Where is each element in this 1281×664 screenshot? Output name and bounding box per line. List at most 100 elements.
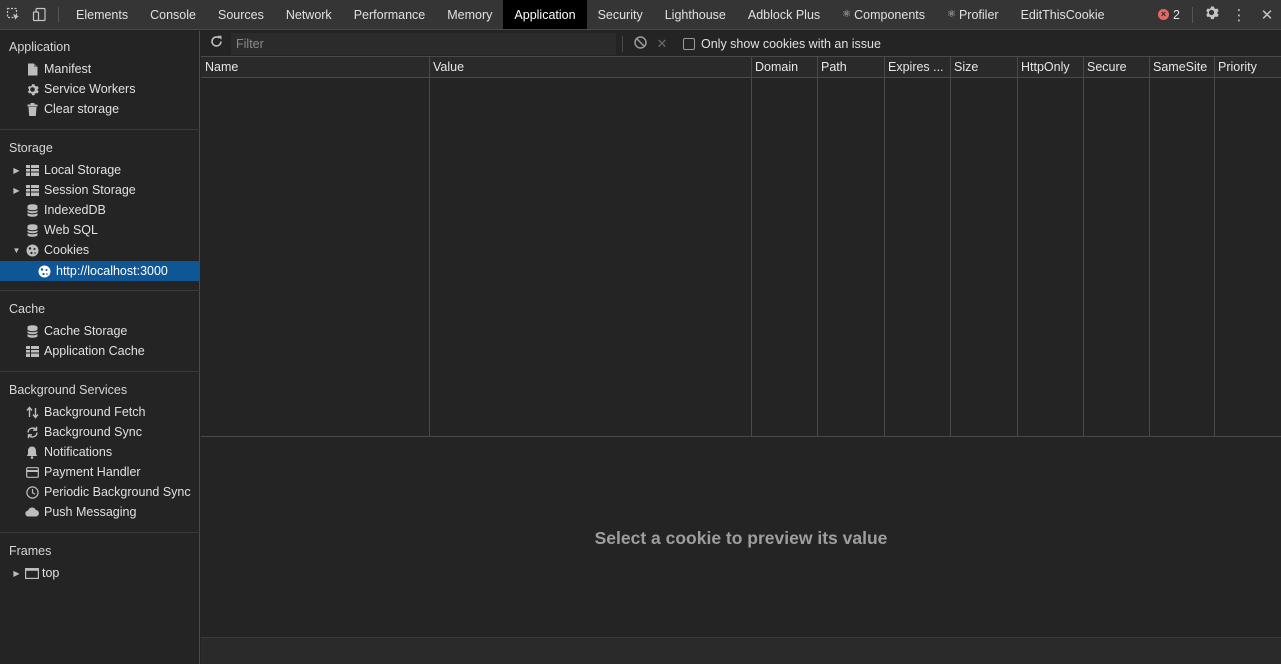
tab-editthiscookie[interactable]: EditThisCookie [1010, 0, 1116, 29]
column-divider[interactable] [1149, 57, 1150, 437]
frame-icon [25, 566, 39, 580]
sidebar-item-service-workers[interactable]: Service Workers [0, 79, 200, 99]
sidebar-item-web-sql[interactable]: Web SQL [0, 220, 200, 240]
sidebar-item-application-cache[interactable]: Application Cache [0, 341, 200, 361]
issue-filter-checkbox[interactable] [683, 37, 695, 50]
database-icon [25, 223, 39, 237]
column-header-domain[interactable]: Domain [751, 57, 817, 78]
application-sidebar: Application Manifest Service Workers Cle… [0, 31, 200, 664]
sidebar-item-notifications[interactable]: Notifications [0, 442, 200, 462]
toolbar-right-controls: × 2 ⋮ ✕ [1150, 0, 1281, 29]
collapse-arrow-icon[interactable]: ▼ [12, 246, 21, 255]
column-header-name[interactable]: Name [201, 57, 429, 78]
sidebar-item-push-messaging[interactable]: Push Messaging [0, 502, 200, 522]
tab-components[interactable]: ⚛ Components [831, 0, 936, 29]
tab-lighthouse[interactable]: Lighthouse [654, 0, 737, 29]
bell-icon [25, 445, 39, 459]
section-title-storage: Storage [9, 141, 53, 155]
tab-label: Sources [217, 7, 264, 22]
column-header-samesite[interactable]: SameSite [1149, 57, 1214, 78]
delete-selected-icon[interactable]: ✕ [651, 36, 673, 52]
tab-application[interactable]: Application [503, 0, 587, 29]
section-title-background-services: Background Services [9, 383, 128, 397]
column-divider[interactable] [1017, 57, 1018, 437]
refresh-icon[interactable] [201, 35, 231, 52]
close-icon[interactable]: ✕ [1253, 6, 1281, 24]
sidebar-item-label: Periodic Background Sync [44, 485, 191, 499]
expand-arrow-icon[interactable]: ▶ [12, 569, 21, 578]
clock-icon [25, 485, 39, 499]
tab-elements[interactable]: Elements [65, 0, 139, 29]
tab-label: Components [854, 7, 925, 22]
clear-all-icon[interactable] [629, 35, 651, 52]
column-header-value[interactable]: Value [429, 57, 751, 78]
settings-gear-icon[interactable] [1197, 5, 1225, 24]
sidebar-item-payment-handler[interactable]: Payment Handler [0, 462, 200, 482]
sidebar-item-cookies[interactable]: ▼ Cookies [0, 240, 200, 260]
column-divider[interactable] [1214, 57, 1215, 437]
tab-profiler[interactable]: ⚛ Profiler [936, 0, 1010, 29]
section-title-cache: Cache [9, 302, 46, 316]
cookie-table-header: Name Value Domain Path Expires ... Size … [201, 57, 1281, 78]
sidebar-item-label: http://localhost:3000 [56, 264, 168, 278]
sidebar-item-label: Background Sync [44, 425, 142, 439]
tab-console[interactable]: Console [139, 0, 207, 29]
tab-sources[interactable]: Sources [207, 0, 275, 29]
more-options-icon[interactable]: ⋮ [1225, 6, 1253, 24]
tab-label: Network [285, 7, 332, 22]
sidebar-item-frame-top[interactable]: ▶ top [0, 563, 200, 583]
tab-label: Adblock Plus [747, 7, 821, 22]
filter-input[interactable] [231, 32, 616, 55]
sidebar-item-label: Cache Storage [44, 324, 128, 338]
section-divider [0, 371, 200, 372]
column-divider[interactable] [817, 57, 818, 437]
sidebar-item-indexeddb[interactable]: IndexedDB [0, 200, 200, 220]
section-divider [0, 290, 200, 291]
column-divider[interactable] [884, 57, 885, 437]
sidebar-item-session-storage[interactable]: ▶ Session Storage [0, 180, 200, 200]
grid-icon [25, 163, 39, 177]
column-header-httponly[interactable]: HttpOnly [1017, 57, 1083, 78]
tab-performance[interactable]: Performance [343, 0, 437, 29]
toolbar-divider [622, 35, 623, 52]
section-title-application: Application [9, 40, 71, 54]
sidebar-item-label: top [42, 566, 60, 580]
column-header-expires[interactable]: Expires ... [884, 57, 950, 78]
expand-arrow-icon[interactable]: ▶ [12, 186, 21, 195]
section-divider [0, 129, 200, 130]
sidebar-item-periodic-background-sync[interactable]: Periodic Background Sync [0, 482, 200, 502]
section-title-frames: Frames [9, 544, 52, 558]
sidebar-item-cache-storage[interactable]: Cache Storage [0, 321, 200, 341]
sidebar-item-label: Local Storage [44, 163, 122, 177]
inspect-element-icon[interactable] [0, 0, 26, 29]
column-header-priority[interactable]: Priority [1214, 57, 1281, 78]
sidebar-item-background-fetch[interactable]: Background Fetch [0, 402, 200, 422]
column-header-path[interactable]: Path [817, 57, 884, 78]
sidebar-item-label: Manifest [44, 62, 92, 76]
tab-security[interactable]: Security [587, 0, 654, 29]
cloud-icon [25, 505, 39, 519]
sidebar-item-background-sync[interactable]: Background Sync [0, 422, 200, 442]
sidebar-item-local-storage[interactable]: ▶ Local Storage [0, 160, 200, 180]
error-counter[interactable]: × 2 [1150, 8, 1188, 22]
column-divider[interactable] [1083, 57, 1084, 437]
sidebar-item-manifest[interactable]: Manifest [0, 59, 200, 79]
column-header-secure[interactable]: Secure [1083, 57, 1149, 78]
cookies-panel: ✕ Only show cookies with an issue Name V… [201, 31, 1281, 664]
column-divider[interactable] [950, 57, 951, 437]
sidebar-item-clear-storage[interactable]: Clear storage [0, 99, 200, 119]
toolbar-divider [1192, 6, 1193, 23]
column-divider[interactable] [429, 57, 430, 437]
tab-memory[interactable]: Memory [436, 0, 503, 29]
sidebar-item-label: Payment Handler [44, 465, 141, 479]
tab-network[interactable]: Network [275, 0, 343, 29]
tab-adblock-plus[interactable]: Adblock Plus [737, 0, 831, 29]
grid-icon [25, 344, 39, 358]
sidebar-item-cookie-origin[interactable]: http://localhost:3000 [0, 261, 200, 281]
tab-label: Console [150, 7, 196, 22]
tab-label: Lighthouse [664, 7, 726, 22]
column-header-size[interactable]: Size [950, 57, 1017, 78]
device-toolbar-icon[interactable] [26, 0, 52, 29]
column-divider[interactable] [751, 57, 752, 437]
expand-arrow-icon[interactable]: ▶ [12, 166, 21, 175]
